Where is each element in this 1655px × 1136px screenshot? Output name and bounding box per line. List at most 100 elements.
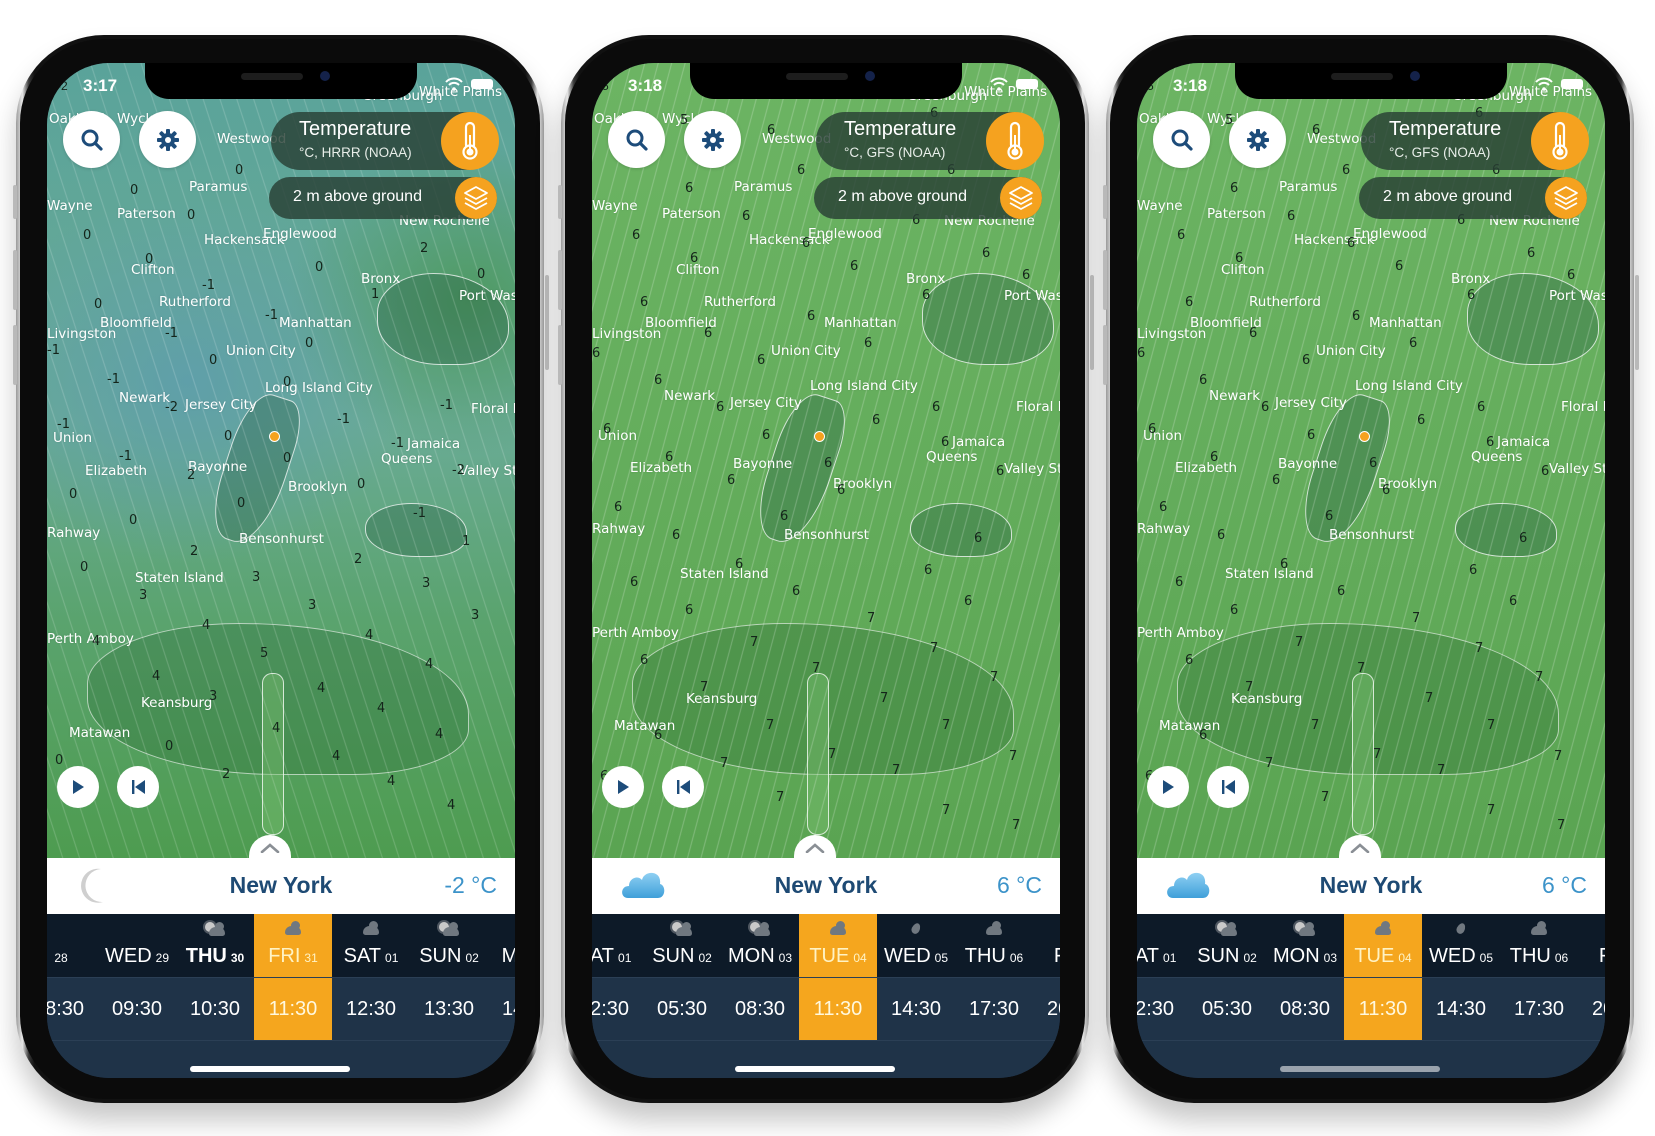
home-indicator[interactable] — [735, 1066, 895, 1072]
day-strip[interactable]: SAT01SUN02MON03TUE04WED05THU06FRI — [1137, 914, 1605, 977]
map-place-label: Englewood — [263, 226, 337, 242]
day-tab[interactable]: FRI — [1033, 914, 1060, 977]
temperature-value-label: 4 — [387, 774, 396, 789]
day-tab[interactable]: WED 05 — [877, 914, 955, 977]
layers-button[interactable] — [455, 177, 497, 219]
day-label: SAT01 — [592, 945, 643, 968]
time-strip[interactable]: 02:3005:3008:3011:3014:3017:3020:30 — [1137, 977, 1605, 1041]
search-button[interactable] — [1153, 111, 1210, 168]
day-tab[interactable]: MON 03 — [1266, 914, 1344, 977]
day-tab[interactable]: SUN 02 — [410, 914, 488, 977]
time-slot[interactable]: 08:30 — [47, 978, 98, 1040]
day-tab[interactable]: FRI 31 — [254, 914, 332, 977]
skip-to-start-button[interactable] — [662, 766, 704, 808]
day-tab[interactable]: MON — [488, 914, 515, 977]
day-tab[interactable]: THU 06 — [1500, 914, 1578, 977]
current-temperature: -2 °C — [444, 872, 497, 898]
overlay-selector[interactable]: Temperature °C, GFS (NOAA) — [1361, 112, 1589, 170]
time-slot[interactable]: 14:30 — [488, 978, 515, 1040]
time-slot[interactable]: 17:30 — [955, 978, 1033, 1040]
day-tab[interactable]: TUE 04 — [1344, 914, 1422, 977]
selected-time-slot[interactable]: 11:30 — [254, 978, 332, 1040]
temperature-value-label: 6 — [716, 400, 725, 415]
search-button[interactable] — [608, 111, 665, 168]
temperature-value-label: 6 — [932, 400, 941, 415]
time-slot[interactable]: 05:30 — [1188, 978, 1266, 1040]
temperature-value-label: 1 — [462, 534, 471, 549]
settings-button[interactable] — [684, 111, 741, 168]
day-tab[interactable]: SAT01 — [592, 914, 643, 977]
day-tab[interactable]: FRI — [1578, 914, 1605, 977]
day-tab[interactable]: SAT01 — [332, 914, 410, 977]
temperature-value-label: 6 — [1199, 728, 1208, 743]
home-indicator[interactable] — [190, 1066, 350, 1072]
time-slot[interactable]: 20:30 — [1033, 978, 1060, 1040]
time-slot[interactable]: 08:30 — [721, 978, 799, 1040]
skip-to-start-button[interactable] — [1207, 766, 1249, 808]
location-bar[interactable]: New York 6 °C — [1137, 858, 1605, 914]
day-tab[interactable]: SAT01 — [1137, 914, 1188, 977]
day-strip[interactable]: 28WED29THU30FRI31SAT01SUN02MON — [47, 914, 515, 977]
temperature-value-label: 6 — [1022, 268, 1031, 283]
day-strip[interactable]: SAT01SUN02MON03TUE04WED05THU06FRI — [592, 914, 1060, 977]
temperature-value-label: 7 — [828, 747, 837, 762]
time-strip[interactable]: 02:3005:3008:3011:3014:3017:3020:30 — [592, 977, 1060, 1041]
time-slot[interactable]: 14:30 — [1422, 978, 1500, 1040]
level-selector[interactable]: 2 m above ground — [814, 177, 1042, 219]
overlay-selector[interactable]: Temperature °C, HRRR (NOAA) — [271, 112, 499, 170]
settings-button[interactable] — [139, 111, 196, 168]
time-slot[interactable]: 02:30 — [1137, 978, 1188, 1040]
thermometer-button[interactable] — [1531, 112, 1589, 170]
time-slot[interactable]: 10:30 — [176, 978, 254, 1040]
day-tab[interactable]: TUE 04 — [799, 914, 877, 977]
temperature-value-label: -1 — [337, 412, 350, 427]
play-button[interactable] — [602, 766, 644, 808]
battery-icon — [1016, 79, 1038, 89]
skip-to-start-button[interactable] — [117, 766, 159, 808]
day-tab[interactable]: MON 03 — [721, 914, 799, 977]
day-label: FRI — [1033, 945, 1060, 968]
selected-time-slot[interactable]: 11:30 — [1344, 978, 1422, 1040]
time-slot[interactable]: 05:30 — [643, 978, 721, 1040]
time-strip[interactable]: 08:3009:3010:3011:3012:3013:3014:30 — [47, 977, 515, 1041]
time-slot[interactable]: 08:30 — [1266, 978, 1344, 1040]
time-slot[interactable]: 12:30 — [332, 978, 410, 1040]
map-place-label: Floral Park — [1561, 399, 1605, 415]
day-tab[interactable]: SUN 02 — [643, 914, 721, 977]
selected-time-slot[interactable]: 11:30 — [799, 978, 877, 1040]
thermometer-button[interactable] — [441, 112, 499, 170]
temperature-value-label: 6 — [1352, 309, 1361, 324]
temperature-value-label: 6 — [704, 326, 713, 341]
search-button[interactable] — [63, 111, 120, 168]
day-tab[interactable]: THU 06 — [955, 914, 1033, 977]
time-slot[interactable]: 14:30 — [877, 978, 955, 1040]
level-selector[interactable]: 2 m above ground — [269, 177, 497, 219]
day-tab[interactable]: WED 05 — [1422, 914, 1500, 977]
thermometer-button[interactable] — [986, 112, 1044, 170]
day-tab[interactable]: THU 30 — [176, 914, 254, 977]
day-tab[interactable]: SUN 02 — [1188, 914, 1266, 977]
location-bar[interactable]: New York 6 °C — [592, 858, 1060, 914]
day-tab[interactable]: 28 — [47, 914, 98, 977]
play-button[interactable] — [57, 766, 99, 808]
overlay-selector[interactable]: Temperature °C, GFS (NOAA) — [816, 112, 1044, 170]
level-selector[interactable]: 2 m above ground — [1359, 177, 1587, 219]
play-button[interactable] — [1147, 766, 1189, 808]
home-indicator[interactable] — [1280, 1066, 1440, 1072]
map-place-label: Staten Island — [680, 566, 769, 582]
temperature-value-label: 0 — [283, 375, 292, 390]
temperature-value-label: 4 — [435, 727, 444, 742]
time-slot[interactable]: 20:30 — [1578, 978, 1605, 1040]
day-name: FRI — [268, 945, 301, 967]
time-slot[interactable]: 13:30 — [410, 978, 488, 1040]
partly-sunny-icon — [750, 922, 770, 936]
time-slot[interactable]: 17:30 — [1500, 978, 1578, 1040]
time-slot[interactable]: 09:30 — [98, 978, 176, 1040]
day-tab[interactable]: WED 29 — [98, 914, 176, 977]
layers-button[interactable] — [1000, 177, 1042, 219]
temperature-value-label: 7 — [720, 756, 729, 771]
settings-button[interactable] — [1229, 111, 1286, 168]
time-slot[interactable]: 02:30 — [592, 978, 643, 1040]
location-bar[interactable]: New York -2 °C — [47, 858, 515, 914]
layers-button[interactable] — [1545, 177, 1587, 219]
